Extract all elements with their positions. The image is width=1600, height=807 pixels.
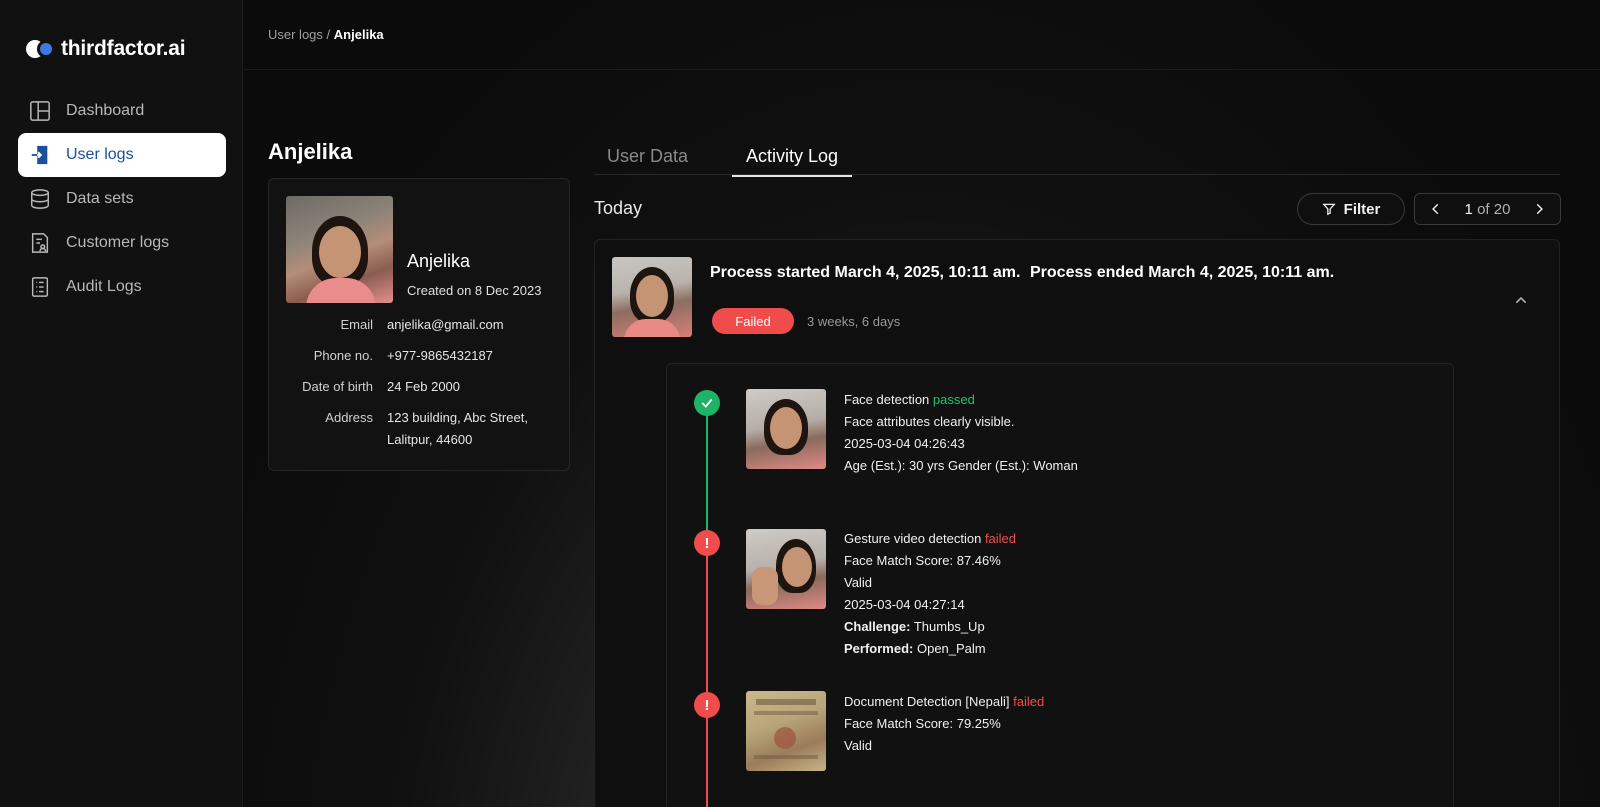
step-timestamp: 2025-03-04 04:26:43 (844, 436, 965, 451)
verification-timeline: Face detection passed Face attributes cl… (666, 363, 1454, 807)
status-badge: Failed (712, 308, 794, 334)
sidebar: thirdfactor.ai Dashboard User logs Data … (0, 0, 243, 807)
breadcrumb-current: Anjelika (333, 27, 384, 42)
address-line-2: Lalitpur, 44600 (387, 432, 473, 447)
info-value: 24 Feb 2000 (387, 379, 461, 394)
sidebar-item-label: User logs (66, 146, 134, 163)
sidebar-item-label: Dashboard (66, 102, 145, 119)
chevron-right-icon[interactable] (1532, 202, 1546, 216)
challenge-value: Thumbs_Up (913, 619, 985, 634)
user-name: Anjelika (407, 251, 471, 271)
info-label: Email (340, 317, 373, 332)
sidebar-item-data-sets[interactable]: Data sets (18, 177, 226, 221)
user-avatar (286, 196, 393, 303)
login-icon (28, 143, 52, 167)
step-face-detection: Face detection passed Face attributes cl… (844, 389, 1078, 477)
brand-logo[interactable]: thirdfactor.ai (26, 36, 186, 62)
info-value: 123 building, Abc Street, Lalitpur, 4460… (387, 407, 557, 451)
step-thumbnail (746, 389, 826, 469)
tab-activity-log[interactable]: Activity Log (732, 146, 853, 177)
alert-icon: ! (694, 530, 720, 556)
sidebar-item-dashboard[interactable]: Dashboard (18, 89, 226, 133)
step-thumbnail (746, 691, 826, 771)
step-document-detection: Document Detection [Nepali] failed Face … (844, 691, 1044, 757)
sidebar-item-customer-logs[interactable]: Customer logs (18, 221, 226, 265)
sidebar-item-label: Data sets (66, 190, 134, 207)
filter-icon (1321, 203, 1336, 216)
chevron-left-icon[interactable] (1429, 202, 1443, 216)
user-created-date: Created on 8 Dec 2023 (407, 283, 542, 298)
challenge-label: Challenge: (844, 619, 911, 634)
step-result: passed (932, 392, 975, 407)
brand-name: thirdfactor.ai (61, 37, 186, 60)
address-line-1: 123 building, Abc Street, (387, 410, 528, 425)
info-label: Date of birth (302, 379, 373, 394)
page-title: Anjelika (268, 139, 353, 164)
user-profile-card: Anjelika Created on 8 Dec 2023 Email anj… (268, 178, 570, 471)
sidebar-item-label: Audit Logs (66, 278, 142, 295)
audit-logs-icon (28, 275, 52, 299)
breadcrumb-parent[interactable]: User logs (268, 27, 323, 42)
step-detail: Face attributes clearly visible. (844, 414, 1015, 429)
customer-logs-icon (28, 231, 52, 255)
sidebar-item-audit-logs[interactable]: Audit Logs (18, 265, 226, 309)
timeline-connector-fail (706, 544, 708, 807)
filter-button-label: Filter (1343, 200, 1381, 218)
process-thumbnail (612, 257, 692, 337)
process-duration: 3 weeks, 6 days (807, 314, 901, 329)
page-indicator: 1 of 20 (1465, 201, 1511, 218)
info-value: +977-9865432187 (387, 348, 493, 363)
dashboard-icon (28, 99, 52, 123)
step-timestamp: 2025-03-04 04:27:14 (844, 597, 965, 612)
database-icon (28, 187, 52, 211)
timeline-connector-pass (706, 404, 708, 544)
page-total: of 20 (1477, 200, 1511, 218)
tab-bar: User Data Activity Log (594, 138, 1560, 177)
topbar: User logs / Anjelika (244, 0, 1600, 70)
process-card: Process started March 4, 2025, 10:11 am.… (594, 239, 1560, 807)
process-ended: Process ended March 4, 2025, 10:11 am. (1030, 264, 1335, 281)
performed-value: Open_Palm (916, 641, 986, 656)
sidebar-item-label: Customer logs (66, 234, 170, 251)
step-detail: Face Match Score: 79.25% (844, 716, 1001, 731)
breadcrumb-separator: / (326, 27, 331, 42)
step-detail: Age (Est.): 30 yrs Gender (Est.): Woman (844, 458, 1078, 473)
brand-logo-mark (26, 40, 57, 58)
info-label: Address (325, 410, 373, 425)
info-value: anjelika@gmail.com (387, 317, 504, 332)
step-title: Document Detection [Nepali] (844, 694, 1010, 709)
step-result: failed (984, 531, 1017, 546)
step-detail: Face Match Score: 87.46% (844, 553, 1001, 568)
section-heading-today: Today (594, 198, 643, 218)
info-label: Phone no. (313, 348, 373, 363)
filter-button[interactable]: Filter (1297, 193, 1405, 225)
step-detail: Valid (844, 738, 872, 753)
step-detail: Valid (844, 575, 872, 590)
step-title: Gesture video detection (844, 531, 982, 546)
breadcrumb: User logs / Anjelika (268, 27, 384, 42)
alert-icon: ! (694, 692, 720, 718)
sidebar-nav: Dashboard User logs Data sets Customer l… (18, 89, 226, 309)
step-result: failed (1013, 694, 1045, 709)
sidebar-item-user-logs[interactable]: User logs (18, 133, 226, 177)
pagination: 1 of 20 (1414, 193, 1561, 225)
check-icon (694, 390, 720, 416)
tab-user-data[interactable]: User Data (607, 146, 688, 175)
step-thumbnail (746, 529, 826, 609)
performed-label: Performed: (844, 641, 914, 656)
chevron-up-icon[interactable] (1513, 292, 1529, 313)
main-content: User logs / Anjelika Anjelika Anjelika C… (244, 0, 1600, 807)
page-current: 1 (1464, 200, 1473, 218)
step-title: Face detection (844, 392, 930, 407)
process-started: Process started March 4, 2025, 10:11 am. (710, 264, 1021, 281)
step-gesture-detection: Gesture video detection failed Face Matc… (844, 528, 1016, 660)
